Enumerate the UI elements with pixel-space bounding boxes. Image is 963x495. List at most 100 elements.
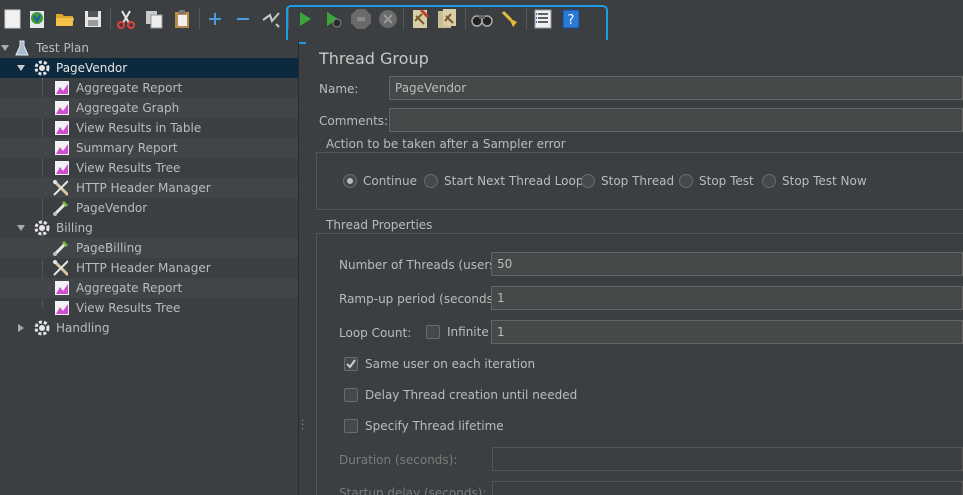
save-icon[interactable]: [82, 8, 104, 30]
config-element-icon: [52, 259, 68, 277]
clear-icon[interactable]: [409, 8, 431, 30]
name-label: Name:: [319, 82, 359, 96]
thread-group-panel: Thread Group Name: PageVendor Comments: …: [306, 40, 963, 495]
start-icon[interactable]: [294, 8, 316, 30]
radio-stop-test[interactable]: Stop Test: [679, 174, 754, 188]
open-icon[interactable]: [54, 8, 76, 30]
main-toolbar: ?: [0, 0, 963, 44]
function-helper-icon[interactable]: [532, 8, 554, 30]
checkbox-label: Specify Thread lifetime: [365, 419, 504, 433]
expand-toggle-icon[interactable]: [16, 323, 26, 333]
tree-item-sampler-pagevendor[interactable]: PageVendor: [0, 198, 298, 218]
radio-stop-test-now[interactable]: Stop Test Now: [762, 174, 867, 188]
same-user-checkbox[interactable]: Same user on each iteration: [344, 357, 535, 371]
loop-count-label: Loop Count:: [339, 326, 412, 340]
checkbox-label: Infinite: [447, 325, 489, 339]
page-title: Thread Group: [319, 49, 429, 68]
tree-item-view-results-tree[interactable]: View Results Tree: [0, 158, 298, 178]
splitter-grip-icon[interactable]: · · ·: [301, 417, 305, 435]
expand-all-icon[interactable]: [204, 8, 226, 30]
specify-lifetime-checkbox[interactable]: Specify Thread lifetime: [344, 419, 504, 433]
stop-icon[interactable]: [350, 8, 372, 30]
tree-item-summary-report[interactable]: Summary Report: [0, 138, 298, 158]
config-element-icon: [52, 179, 68, 197]
comments-field[interactable]: [389, 108, 963, 132]
copy-icon[interactable]: [143, 8, 165, 30]
radio-button-icon: [343, 174, 357, 188]
comments-label: Comments:: [319, 114, 389, 128]
tree-item-label: PageBilling: [76, 241, 142, 255]
tree-item-view-results-tree[interactable]: View Results Tree: [0, 298, 298, 318]
sampler-icon: [52, 240, 68, 256]
rampup-field[interactable]: 1: [491, 286, 963, 310]
radio-button-icon: [679, 174, 693, 188]
startup-delay-label: Startup delay (seconds):: [339, 486, 487, 495]
tree-item-aggregate-report[interactable]: Aggregate Report: [0, 78, 298, 98]
name-field[interactable]: PageVendor: [389, 76, 963, 100]
clear-all-icon[interactable]: [437, 8, 459, 30]
toggle-icon[interactable]: [260, 8, 282, 30]
checkbox-label: Same user on each iteration: [365, 357, 536, 371]
radio-label: Stop Test Now: [782, 174, 867, 188]
infinite-checkbox[interactable]: Infinite: [426, 325, 489, 339]
radio-start-next-thread-loop[interactable]: Start Next Thread Loop: [424, 174, 583, 188]
radio-label: Start Next Thread Loop: [444, 174, 584, 188]
tree-item-http-header-manager[interactable]: HTTP Header Manager: [0, 258, 298, 278]
checkbox-icon: [344, 388, 358, 402]
tree-item-label: Handling: [56, 321, 110, 335]
radio-stop-thread[interactable]: Stop Thread: [581, 174, 674, 188]
radio-label: Stop Test: [699, 174, 754, 188]
tree-item-label: Aggregate Report: [76, 281, 183, 295]
delay-thread-creation-checkbox[interactable]: Delay Thread creation until needed: [344, 388, 577, 402]
listener-icon: [54, 300, 70, 316]
tree-item-aggregate-report[interactable]: Aggregate Report: [0, 278, 298, 298]
start-no-pauses-icon[interactable]: [322, 8, 344, 30]
tree-item-label: View Results Tree: [76, 301, 181, 315]
radio-label: Stop Thread: [601, 174, 675, 188]
tree-item-http-header-manager[interactable]: HTTP Header Manager: [0, 178, 298, 198]
checkbox-label: Delay Thread creation until needed: [365, 388, 578, 402]
threads-field[interactable]: 50: [491, 252, 963, 276]
new-icon[interactable]: [2, 8, 24, 30]
tree-item-thread-group-handling[interactable]: Handling: [0, 318, 298, 338]
shutdown-icon[interactable]: [377, 8, 399, 30]
expand-toggle-icon[interactable]: [16, 223, 26, 233]
tree-item-sampler-pagebilling[interactable]: PageBilling: [0, 238, 298, 258]
help-icon[interactable]: ?: [560, 8, 582, 30]
thread-group-icon: [34, 320, 50, 336]
radio-continue[interactable]: Continue: [343, 174, 417, 188]
templates-icon[interactable]: [26, 8, 48, 30]
listener-icon: [54, 80, 70, 96]
listener-icon: [54, 120, 70, 136]
expand-toggle-icon[interactable]: [16, 63, 26, 73]
search-icon[interactable]: [471, 8, 493, 30]
duration-field[interactable]: [492, 447, 963, 471]
sampler-icon: [52, 200, 68, 216]
tree-item-view-results-in-table[interactable]: View Results in Table: [0, 118, 298, 138]
cut-icon[interactable]: [115, 8, 137, 30]
startup-delay-field[interactable]: [492, 481, 963, 495]
loop-count-field[interactable]: 1: [491, 320, 963, 344]
section-title: Thread Properties: [322, 218, 437, 232]
thread-group-icon: [34, 60, 50, 76]
section-title: Action to be taken after a Sampler error: [322, 137, 570, 151]
tree-item-test-plan[interactable]: Test Plan: [0, 40, 298, 58]
tree-item-label: Test Plan: [36, 41, 89, 55]
tree-item-label: PageVendor: [56, 61, 128, 75]
tree-item-thread-group-billing[interactable]: Billing: [0, 218, 298, 238]
svg-text:?: ?: [568, 13, 575, 28]
collapse-all-icon[interactable]: [232, 8, 254, 30]
checkbox-icon: [344, 419, 358, 433]
paste-icon[interactable]: [171, 8, 193, 30]
tree-item-thread-group-pagevendor[interactable]: PageVendor: [0, 58, 298, 78]
tree-item-label: Summary Report: [76, 141, 178, 155]
radio-button-icon: [762, 174, 776, 188]
test-plan-tree: Test Plan PageVendor Aggregate Report Ag…: [0, 40, 299, 495]
tree-item-aggregate-graph[interactable]: Aggregate Graph: [0, 98, 298, 118]
reset-search-icon[interactable]: [499, 8, 521, 30]
tree-item-label: Aggregate Graph: [76, 101, 180, 115]
duration-label: Duration (seconds):: [339, 453, 458, 467]
checkbox-icon: [426, 325, 440, 339]
tree-item-label: HTTP Header Manager: [76, 261, 211, 275]
expand-toggle-icon[interactable]: [0, 43, 10, 53]
